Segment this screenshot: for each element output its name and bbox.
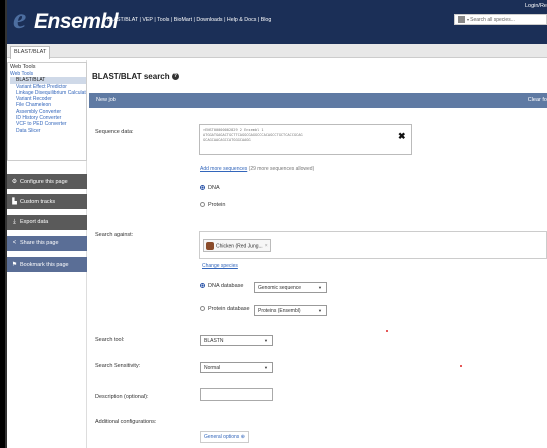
species-tag-chicken[interactable]: Chicken (Red Jung... ×: [203, 239, 271, 252]
top-nav: BLAST/BLAT | VEP | Tools | BioMart | Dow…: [107, 17, 272, 23]
tab-blast-blat[interactable]: BLAST/BLAT: [10, 46, 51, 59]
sidebar-button-tracks[interactable]: ▙ Custom tracks: [7, 194, 87, 209]
db-dna-radio[interactable]: DNA database: [200, 283, 243, 289]
clear-form-link[interactable]: Clear fo: [528, 97, 547, 103]
required-marker: [386, 330, 388, 332]
sidebar-button-label: Share this page: [20, 240, 59, 246]
species-search-icon: [458, 16, 465, 23]
description-label: Description (optional):: [95, 394, 149, 400]
db-protein-radio[interactable]: Protein database: [200, 306, 250, 312]
sidebar-button-export[interactable]: ⤓ Export data: [7, 215, 87, 230]
add-sequences-link[interactable]: Add more sequences (29 more sequences al…: [200, 166, 314, 172]
sidebar-button-label: Custom tracks: [20, 199, 56, 205]
page-title: BLAST/BLAT search ?: [92, 72, 179, 81]
search-placeholder: Search all species...: [470, 16, 515, 23]
radio-dot-checked: [200, 283, 205, 289]
seq-type-protein-label: Protein: [208, 202, 226, 208]
search-tool-select[interactable]: BLASTN ▼: [200, 335, 273, 346]
species-tag-label: Chicken (Red Jung...: [216, 243, 263, 250]
seq-type-dna-radio[interactable]: DNA: [200, 185, 220, 191]
radio-dot-checked: [200, 185, 205, 191]
sidebar-tool-item[interactable]: Data Slicer: [10, 128, 86, 134]
tracks-icon: ▙: [12, 199, 17, 205]
sidebar-button-label: Bookmark this page: [20, 262, 69, 268]
remove-sequence-icon[interactable]: ✖: [398, 131, 406, 142]
dna-database-select[interactable]: Genomic sequence ▼: [254, 282, 327, 293]
required-marker: [460, 365, 462, 367]
sensitivity-select[interactable]: Normal ▼: [200, 362, 273, 373]
radio-dot: [200, 306, 205, 312]
remove-species-icon[interactable]: ×: [265, 243, 268, 249]
nav-blast[interactable]: BLAST/BLAT: [107, 17, 138, 23]
chevron-down-icon: ▼: [264, 365, 268, 370]
chevron-down-icon: ▼: [318, 285, 322, 290]
nav-biomart[interactable]: BioMart: [174, 17, 192, 23]
db-protein-label: Protein database: [208, 306, 250, 312]
bookmark-icon: ⚑: [11, 262, 18, 268]
tools-menu: Web Tools Web Tools BLAST/BLAT Variant Eff…: [7, 62, 87, 161]
gear-icon: ⚙: [11, 179, 18, 185]
change-species-link[interactable]: Change species: [202, 263, 238, 269]
search-tool-label: Search tool:: [95, 337, 125, 343]
general-options-button[interactable]: General options ⊕: [200, 431, 249, 443]
sidebar-button-label: Export data: [20, 219, 49, 225]
tab-strip: BLAST/BLAT: [7, 44, 547, 59]
protein-database-select[interactable]: Proteins (Ensembl) ▼: [254, 305, 327, 316]
sequence-textarea[interactable]: >ENST00000002829 2 Ensembl 1 ATGGATGAGAC…: [199, 124, 412, 155]
description-input[interactable]: [200, 388, 273, 401]
chicken-icon: [206, 242, 214, 250]
chevron-down-icon: ▼: [318, 308, 322, 313]
sequence-label: Sequence data:: [95, 129, 134, 135]
db-dna-label: DNA database: [208, 283, 244, 289]
nav-vep[interactable]: VEP: [142, 17, 153, 23]
nav-tools[interactable]: Tools: [157, 17, 169, 23]
tools-list: Web Tools BLAST/BLAT Variant Effect Predic…: [8, 71, 86, 134]
page-title-text: BLAST/BLAT search: [92, 72, 170, 81]
species-search-input[interactable]: ▾ Search all species...: [454, 14, 547, 25]
add-sequences-text: Add more sequences: [200, 166, 248, 172]
sidebar: Web Tools Web Tools BLAST/BLAT Variant Eff…: [7, 60, 87, 448]
logo-e-glyph: e: [13, 2, 27, 35]
nav-downloads[interactable]: Downloads: [196, 17, 222, 23]
tools-heading: Web Tools: [10, 64, 36, 70]
sidebar-button-label: Configure this page: [20, 179, 68, 185]
search-tool-value: BLASTN: [204, 338, 224, 344]
nav-help-docs[interactable]: Help & Docs: [227, 17, 256, 23]
sensitivity-label: Search Sensitivity:: [95, 363, 141, 369]
species-selector: Chicken (Red Jung... ×: [199, 231, 547, 259]
sidebar-button-bookmark[interactable]: ⚑ Bookmark this page: [7, 257, 87, 272]
site-header: e Ensembl BLAST/BLAT | VEP | Tools | Bio…: [7, 0, 547, 44]
additional-config-label: Additional configurations:: [95, 419, 157, 425]
new-job-label: New job: [96, 97, 116, 103]
logo-text: Ensembl: [34, 10, 119, 33]
help-icon[interactable]: ?: [171, 73, 179, 81]
nav-blog[interactable]: Blog: [261, 17, 272, 23]
sequence-text: >ENST00000002829 2 Ensembl 1 ATGGATGAGAC…: [203, 128, 303, 142]
seq-type-dna-label: DNA: [208, 185, 220, 191]
sidebar-button-share[interactable]: < Share this page: [7, 236, 87, 251]
export-icon: ⤓: [13, 219, 16, 225]
chevron-down-icon: ▼: [264, 338, 268, 343]
dna-database-value: Genomic sequence: [258, 285, 302, 291]
job-bar: New job Clear fo: [89, 93, 547, 108]
sidebar-button-gear[interactable]: ⚙ Configure this page: [7, 174, 87, 189]
share-icon: <: [12, 240, 17, 246]
sensitivity-value: Normal: [204, 365, 221, 371]
seq-type-protein-radio[interactable]: Protein: [200, 202, 225, 208]
search-against-label: Search against:: [95, 232, 134, 238]
protein-database-value: Proteins (Ensembl): [258, 308, 301, 314]
login-link[interactable]: Login/Re: [525, 3, 547, 9]
main-content: BLAST/BLAT search ? New job Clear fo Seq…: [89, 60, 547, 448]
radio-dot: [200, 202, 205, 208]
add-sequences-note: (29 more sequences allowed): [248, 166, 315, 172]
